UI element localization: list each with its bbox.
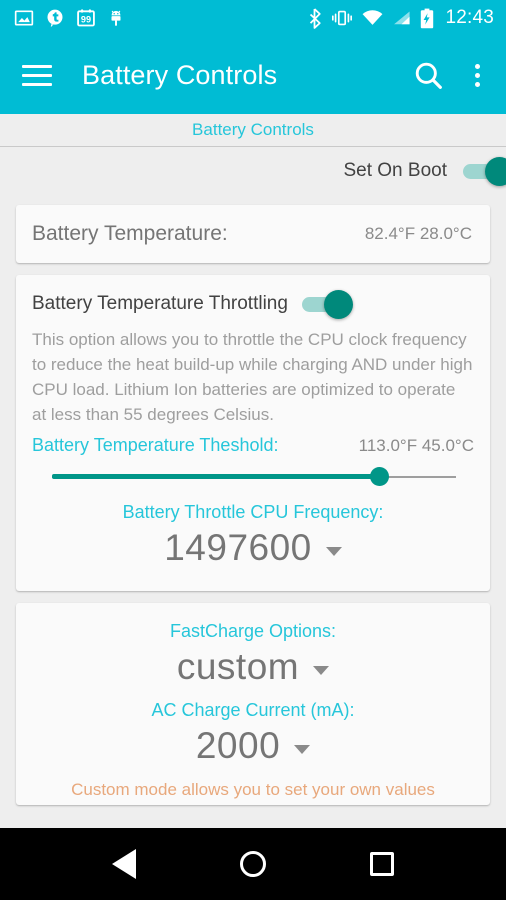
chevron-down-icon: [325, 546, 342, 556]
back-button[interactable]: [112, 849, 136, 879]
svg-text:99: 99: [81, 15, 91, 25]
image-icon: [14, 8, 34, 28]
battery-temperature-value: 82.4°F 28.0°C: [364, 224, 472, 243]
throttling-title: Battery Temperature Throttling: [32, 293, 288, 314]
chevron-down-icon: [294, 744, 311, 754]
battery-temperature-label: Battery Temperature:: [32, 222, 228, 245]
android-navigation-bar: [0, 828, 506, 900]
tumblr-notification-icon: [45, 8, 65, 28]
ac-charge-current-spinner[interactable]: 2000: [192, 723, 314, 769]
threshold-value: 113.0°F 45.0°C: [358, 436, 474, 455]
throttling-description: This option allows you to throttle the C…: [32, 330, 473, 424]
slider-fill: [52, 474, 380, 479]
cpu-frequency-value: 1497600: [164, 527, 312, 568]
temperature-throttling-card: Battery Temperature Throttling This opti…: [16, 275, 490, 591]
fastcharge-options-spinner[interactable]: custom: [173, 644, 333, 690]
cell-signal-icon: [392, 9, 411, 27]
android-robot-icon: [107, 8, 125, 28]
threshold-label: Battery Temperature Theshold:: [32, 435, 279, 455]
bluetooth-icon: [307, 7, 322, 29]
search-icon[interactable]: [412, 59, 445, 92]
app-toolbar: Battery Controls: [0, 36, 506, 114]
battery-temperature-card: Battery Temperature: 82.4°F 28.0°C: [16, 205, 490, 263]
ac-charge-current-field: AC Charge Current (mA): 2000: [32, 694, 474, 773]
fastcharge-hint-text: Custom mode allows you to set your own v…: [71, 780, 435, 799]
chevron-down-icon: [313, 665, 330, 675]
toolbar-actions: [412, 59, 486, 92]
hamburger-line: [22, 64, 52, 68]
calendar-99-icon: 99: [76, 8, 96, 28]
status-bar-notification-icons: 99: [14, 8, 125, 28]
hamburger-line: [22, 82, 52, 86]
cpu-frequency-label: Battery Throttle CPU Frequency:: [122, 502, 384, 522]
settings-scroll-view[interactable]: Battery Controls Set On Boot Battery Tem…: [0, 114, 506, 828]
toggle-thumb: [323, 290, 353, 319]
overflow-dot: [475, 81, 480, 87]
status-bar-clock: 12:43: [445, 7, 494, 28]
overflow-dot: [475, 72, 480, 78]
toggle-thumb: [485, 157, 506, 186]
home-button[interactable]: [240, 851, 266, 877]
status-bar: 99 12:43: [0, 0, 506, 36]
wifi-icon: [362, 9, 383, 27]
section-header-container: Battery Controls: [0, 114, 506, 147]
status-bar-system-icons: 12:43: [307, 7, 494, 29]
overflow-menu-icon[interactable]: [469, 60, 486, 91]
throttling-header-row[interactable]: Battery Temperature Throttling: [32, 289, 474, 319]
ac-charge-current-label: AC Charge Current (mA):: [151, 700, 355, 720]
vibrate-icon: [331, 8, 353, 28]
threshold-row: Battery Temperature Theshold: 113.0°F 45…: [32, 435, 474, 456]
page-title: Battery Controls: [82, 59, 278, 90]
ac-charge-current-value: 2000: [195, 725, 281, 766]
fastcharge-options-field: FastCharge Options: custom: [32, 615, 474, 694]
recents-button[interactable]: [370, 852, 394, 876]
section-header-label: Battery Controls: [192, 120, 314, 139]
fastcharge-options-value: custom: [176, 646, 300, 687]
throttling-toggle[interactable]: [301, 289, 354, 319]
set-on-boot-toggle[interactable]: [463, 156, 506, 186]
fastcharge-options-label: FastCharge Options:: [169, 621, 337, 641]
set-on-boot-label: Set On Boot: [343, 160, 447, 181]
set-on-boot-row[interactable]: Set On Boot: [0, 147, 506, 195]
fastcharge-card: FastCharge Options: custom AC Charge Cur…: [16, 603, 490, 805]
overflow-dot: [475, 63, 480, 69]
slider-thumb[interactable]: [370, 467, 390, 486]
battery-charging-icon: [420, 8, 434, 29]
cpu-frequency-spinner[interactable]: 1497600: [160, 525, 346, 571]
hamburger-menu-icon[interactable]: [22, 64, 52, 86]
phone-screen: 99 12:43 Battery Controls Battery Contro…: [0, 0, 506, 900]
hamburger-line: [22, 73, 52, 77]
cpu-frequency-field: Battery Throttle CPU Frequency: 1497600: [32, 496, 474, 575]
threshold-slider[interactable]: [52, 460, 456, 494]
scroll-clip-mask: [0, 818, 506, 828]
